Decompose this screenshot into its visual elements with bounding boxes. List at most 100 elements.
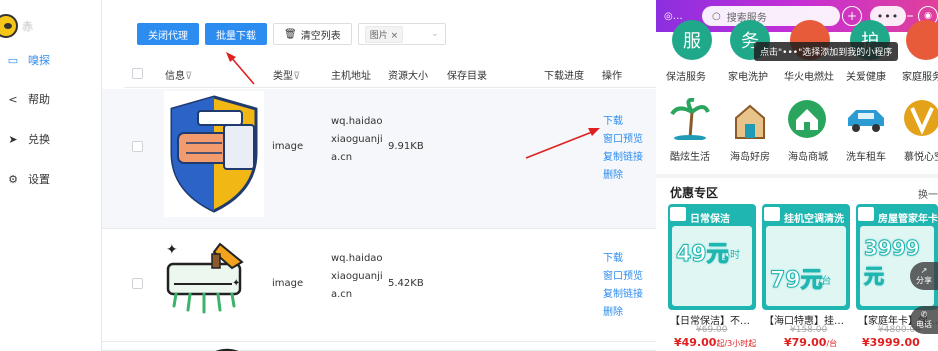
promo-unit: 小时 [720, 250, 740, 261]
row-host: wq.haidaoxiaoguanjia.cn [331, 253, 383, 300]
service-label: 海岛商城 [788, 152, 828, 163]
service-label: 慕悦心空 [904, 152, 938, 163]
header-info[interactable]: 信息⊽ [165, 67, 192, 82]
row-size: 9.91KB [388, 141, 424, 152]
mini-program-panel: ◎… ○ 搜索服务 + ••• – ◉ 服 务 护 点击"•••"选择添加到我的… [656, 0, 938, 351]
service-label: 洗车租车 [846, 152, 886, 163]
promo-price-art: 79元 [770, 268, 824, 294]
sidebar-item-label: 设置 [28, 173, 50, 186]
promo-price-value: ¥49.00 [674, 336, 717, 349]
svg-text:✦: ✦ [232, 278, 240, 289]
shield-hand-thumbnail[interactable] [164, 91, 264, 217]
row-size: 5.42KB [388, 278, 424, 289]
air-conditioner-thumbnail[interactable]: ✦ ✦ [162, 240, 250, 318]
type-filter-select[interactable]: 图片 × ⌄ [357, 23, 446, 45]
clear-list-label: 清空列表 [300, 30, 341, 42]
copy-link-link[interactable]: 复制链接 [603, 286, 643, 304]
phone-button[interactable]: ✆ 电话 [910, 306, 938, 334]
car-icon[interactable] [844, 104, 888, 134]
sidebar: 赤 ▭ 嗅探 < 帮助 ➤ 兑换 ⚙ 设置 [0, 0, 102, 351]
promo-section-title: 优惠专区 [670, 186, 719, 200]
table-header: 信息⊽ 类型⊽ 主机地址 资源大小 保存目录 下载进度 操作 [124, 62, 656, 88]
copy-link-link[interactable]: 复制链接 [603, 149, 643, 167]
divider [656, 174, 938, 178]
table-row[interactable] [102, 343, 656, 351]
svg-text:✦: ✦ [166, 242, 178, 258]
service-item[interactable]: 服 [664, 20, 720, 60]
download-link[interactable]: 下载 [603, 250, 643, 268]
select-all-checkbox[interactable] [132, 68, 143, 79]
delete-link[interactable]: 删除 [603, 304, 643, 322]
sidebar-item-label: 帮助 [28, 93, 50, 106]
service-label: 酷炫生活 [670, 152, 710, 163]
gear-icon: ⚙ [8, 172, 18, 186]
send-icon: ➤ [8, 132, 18, 146]
header-progress: 下载进度 [544, 71, 584, 82]
service-label: 保洁服务 [666, 72, 706, 83]
window-preview-link[interactable]: 窗口预览 [603, 268, 643, 286]
mall-house-icon[interactable] [786, 98, 828, 140]
trash-icon: 🗑 [284, 28, 297, 40]
location-icon[interactable]: ◎… [664, 11, 683, 22]
mu-yue-logo-icon[interactable] [902, 98, 938, 140]
sidebar-item-settings[interactable]: ⚙ 设置 [6, 171, 50, 187]
header-host: 主机地址 [331, 71, 371, 82]
filter-icon[interactable]: ⊽ [185, 71, 192, 82]
share-button[interactable]: ↗ 分享 [910, 262, 938, 290]
row-actions: 下载 窗口预览 复制链接 删除 [603, 113, 643, 185]
radar-icon: ▭ [7, 53, 19, 67]
sidebar-item-sniff[interactable]: ▭ 嗅探 [6, 52, 50, 68]
clear-list-button[interactable]: 🗑 清空列表 [273, 23, 352, 45]
brand: 赤 [0, 14, 33, 38]
row-host: wq.haidaoxiaoguanjia.cn [331, 116, 383, 163]
batch-download-button[interactable]: 批量下载 [205, 23, 267, 45]
service-label: 关爱健康 [846, 72, 886, 83]
promo-card[interactable]: 日常保洁 49元 小时 [668, 204, 756, 310]
share-icon: < [8, 92, 18, 106]
service-label: 海岛好房 [730, 152, 770, 163]
promo-card[interactable]: 挂机空调清洗 79元 /台 [762, 204, 850, 310]
service-grid-row [656, 98, 938, 142]
close-proxy-button[interactable]: 关闭代理 [137, 23, 199, 45]
delete-link[interactable]: 删除 [603, 167, 643, 185]
promo-badge: 房屋管家年卡 [878, 214, 938, 225]
promo-price-suffix: 起/3小时起 [716, 339, 757, 348]
filter-tag-label: 图片 [369, 30, 388, 41]
filter-tag[interactable]: 图片 × [364, 25, 404, 43]
service-item[interactable] [898, 20, 938, 60]
sidebar-item-redeem[interactable]: ➤ 兑换 [6, 131, 50, 147]
sidebar-item-label: 嗅探 [28, 54, 50, 67]
phone-label: 电话 [916, 320, 932, 329]
row-checkbox[interactable] [132, 278, 143, 289]
row-checkbox[interactable] [132, 141, 143, 152]
service-label: 家电洗护 [728, 72, 768, 83]
promo-card[interactable]: 房屋管家年卡 3999元 [856, 204, 938, 310]
row-type: image [272, 278, 304, 289]
sidebar-item-help[interactable]: < 帮助 [6, 91, 50, 107]
table-row[interactable]: ✦ ✦ image wq.haidaoxiaoguanjia.cn 5.42KB… [102, 230, 656, 342]
header-info-label: 信息 [165, 71, 185, 82]
island-house-icon[interactable] [730, 98, 770, 140]
header-type[interactable]: 类型⊽ [273, 67, 300, 82]
window-preview-link[interactable]: 窗口预览 [603, 131, 643, 149]
table-row[interactable]: image wq.haidaoxiaoguanjia.cn 9.91KB 下载 … [102, 89, 656, 229]
promo-new-price: ¥79.00/台 [784, 336, 837, 349]
close-icon[interactable]: × [391, 31, 399, 41]
toolbar: 关闭代理 批量下载 🗑 清空列表 图片 × ⌄ [137, 23, 446, 45]
badge-icon [858, 207, 874, 221]
promo-refresh-link[interactable]: 换一 [918, 186, 938, 201]
header-action: 操作 [602, 71, 622, 82]
download-link[interactable]: 下载 [603, 113, 643, 131]
main-content: 关闭代理 批量下载 🗑 清空列表 图片 × ⌄ 信息⊽ 类型⊽ 主机地址 资源大… [102, 0, 656, 351]
promo-price-suffix: /台 [826, 339, 838, 348]
filter-icon[interactable]: ⊽ [293, 71, 300, 82]
promo-new-price: ¥3999.00 [862, 336, 920, 349]
service-home-icon [906, 20, 938, 60]
palm-tree-icon[interactable] [670, 98, 710, 140]
thumbnail-partial [215, 348, 239, 351]
promo-unit: /台 [818, 276, 832, 287]
share-icon: ↗ [920, 266, 928, 275]
badge-icon [764, 207, 780, 221]
phone-icon: ✆ [920, 310, 928, 319]
row-type: image [272, 141, 304, 152]
